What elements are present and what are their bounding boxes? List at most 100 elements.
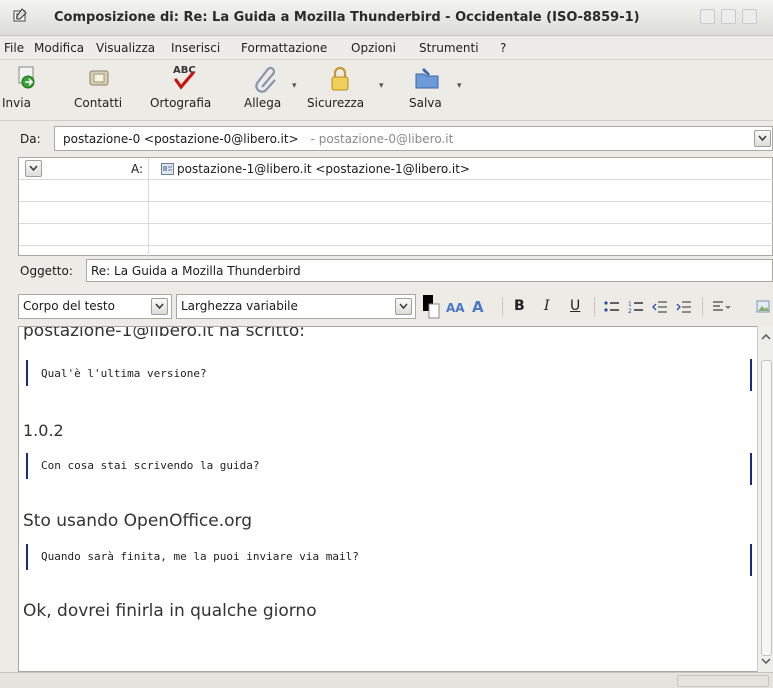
from-value: postazione-0 <postazione-0@libero.it> xyxy=(63,132,299,146)
paragraph-style-select[interactable]: Corpo del testo xyxy=(18,294,172,319)
quote-bar xyxy=(26,544,28,570)
save-button[interactable]: Salva ▾ xyxy=(405,63,462,117)
recipient-type-dropdown[interactable] xyxy=(25,160,42,177)
maximize-button[interactable] xyxy=(721,9,736,24)
attach-dropdown-arrow[interactable]: ▾ xyxy=(292,81,297,91)
quote-bar xyxy=(26,453,28,479)
outdent-icon[interactable] xyxy=(652,299,668,315)
numbered-list-icon[interactable]: 1 2 xyxy=(628,299,644,315)
spellcheck-icon: ABC xyxy=(173,65,196,90)
reply-line: Sto usando OpenOffice.org xyxy=(23,511,252,531)
save-dropdown-arrow[interactable]: ▾ xyxy=(457,81,462,91)
security-button[interactable]: Sicurezza ▾ xyxy=(305,63,384,117)
quote-intro: postazione-1@libero.it ha scritto: xyxy=(23,326,305,341)
send-label: Invia xyxy=(2,96,31,110)
menu-strumenti[interactable]: Strumenti xyxy=(419,41,479,55)
recipient-row[interactable]: A: postazione-1@libero.it <postazione-1@… xyxy=(19,158,773,180)
send-button[interactable]: Invia xyxy=(2,63,42,117)
toolbar-separator xyxy=(502,297,503,317)
recipient-column-divider xyxy=(148,158,149,257)
from-select[interactable]: postazione-0 <postazione-0@libero.it> - p… xyxy=(54,126,773,151)
recipient-type: A: xyxy=(131,162,144,176)
scroll-up-icon[interactable] xyxy=(759,330,773,344)
insert-image-icon[interactable] xyxy=(756,299,770,315)
underline-button[interactable]: U xyxy=(570,298,580,314)
status-pane xyxy=(677,675,769,687)
larger-font-icon[interactable]: A xyxy=(472,297,496,315)
quote-bar xyxy=(26,360,28,386)
chevron-down-icon xyxy=(29,165,38,172)
italic-button[interactable]: I xyxy=(544,298,550,314)
text-color-icon[interactable] xyxy=(420,294,440,320)
compose-icon xyxy=(13,8,27,22)
message-body-editor[interactable]: postazione-1@libero.it ha scritto: Qual'… xyxy=(18,326,773,672)
spelling-button[interactable]: ABC Ortografia xyxy=(150,63,220,117)
font-family-select[interactable]: Larghezza variabile xyxy=(176,294,416,319)
font-family-dropdown[interactable] xyxy=(395,298,412,315)
quoted-line: Qual'è l'ultima versione? xyxy=(41,367,207,380)
reply-line: Ok, dovrei finirla in qualche giorno xyxy=(23,601,317,621)
recipient-address[interactable]: postazione-1@libero.it <postazione-1@lib… xyxy=(177,162,470,176)
window-title: Composizione di: Re: La Guida a Mozilla … xyxy=(54,10,640,25)
svg-text:A: A xyxy=(472,298,484,315)
folder-save-icon xyxy=(415,68,439,89)
toolbar-separator xyxy=(702,297,703,317)
quoted-line: Con cosa stai scrivendo la guida? xyxy=(41,459,260,472)
contact-card-icon xyxy=(161,163,174,175)
reply-line: 1.0.2 xyxy=(23,421,64,440)
quote-bar xyxy=(750,453,752,485)
subject-label: Oggetto: xyxy=(20,264,73,278)
menu-visualizza[interactable]: Visualizza xyxy=(96,41,155,55)
subject-input[interactable]: Re: La Guida a Mozilla Thunderbird xyxy=(86,259,773,282)
menu-formattazione[interactable]: Formattazione xyxy=(241,41,327,55)
bold-button[interactable]: B xyxy=(514,298,525,314)
format-toolbar: Corpo del testo Larghezza variabile AA A… xyxy=(0,290,773,324)
svg-text:2: 2 xyxy=(628,308,632,315)
menu-file[interactable]: File xyxy=(4,41,24,55)
lock-icon xyxy=(331,66,349,91)
paragraph-style-value: Corpo del testo xyxy=(23,299,115,313)
menu-help[interactable]: ? xyxy=(500,41,506,55)
security-label: Sicurezza xyxy=(307,96,365,110)
recipient-row-empty[interactable] xyxy=(19,202,773,224)
window-titlebar: Composizione di: Re: La Guida a Mozilla … xyxy=(0,0,773,36)
from-secondary: - postazione-0@libero.it xyxy=(310,132,454,146)
quoted-line: Quando sarà finita, me la puoi inviare v… xyxy=(41,550,359,563)
minimize-button[interactable] xyxy=(700,9,715,24)
left-margin xyxy=(0,157,18,672)
scroll-thumb[interactable] xyxy=(761,360,772,656)
indent-icon[interactable] xyxy=(676,299,692,315)
security-dropdown-arrow[interactable]: ▾ xyxy=(379,81,384,91)
menu-modifica[interactable]: Modifica xyxy=(34,41,84,55)
contacts-label: Contatti xyxy=(74,96,123,110)
chevron-down-icon xyxy=(399,303,408,310)
recipient-row-empty[interactable] xyxy=(19,224,773,246)
chevron-down-icon xyxy=(155,303,164,310)
paragraph-style-dropdown[interactable] xyxy=(151,298,168,315)
font-family-value: Larghezza variabile xyxy=(181,299,298,313)
main-toolbar: Invia Contatti ABC Ortografia Allega ▾ S… xyxy=(0,61,773,121)
from-dropdown-button[interactable] xyxy=(754,130,771,147)
from-row: Da: postazione-0 <postazione-0@libero.it… xyxy=(0,124,773,154)
menu-opzioni[interactable]: Opzioni xyxy=(351,41,396,55)
from-label: Da: xyxy=(20,132,41,146)
from-value-container: postazione-0 <postazione-0@libero.it> - p… xyxy=(63,132,453,146)
toolbar-separator xyxy=(594,297,595,317)
attach-button[interactable]: Allega ▾ xyxy=(242,63,297,117)
bullet-list-icon[interactable] xyxy=(604,300,620,314)
align-icon[interactable] xyxy=(712,299,732,315)
menubar: File Modifica Visualizza Inserisci Forma… xyxy=(0,36,773,60)
smaller-font-icon[interactable]: AA xyxy=(446,299,468,315)
address-book-icon xyxy=(89,70,109,86)
menu-inserisci[interactable]: Inserisci xyxy=(171,41,220,55)
svg-text:AA: AA xyxy=(446,301,465,315)
recipient-row-empty[interactable] xyxy=(19,180,773,202)
attach-label: Allega xyxy=(244,96,282,110)
scroll-down-icon[interactable] xyxy=(759,654,773,668)
subject-value: Re: La Guida a Mozilla Thunderbird xyxy=(91,264,301,278)
close-button[interactable] xyxy=(742,9,757,24)
editor-scrollbar[interactable] xyxy=(757,326,773,672)
contacts-button[interactable]: Contatti xyxy=(70,63,130,117)
recipients-table: A: postazione-1@libero.it <postazione-1@… xyxy=(18,157,773,257)
spelling-label: Ortografia xyxy=(150,96,212,110)
